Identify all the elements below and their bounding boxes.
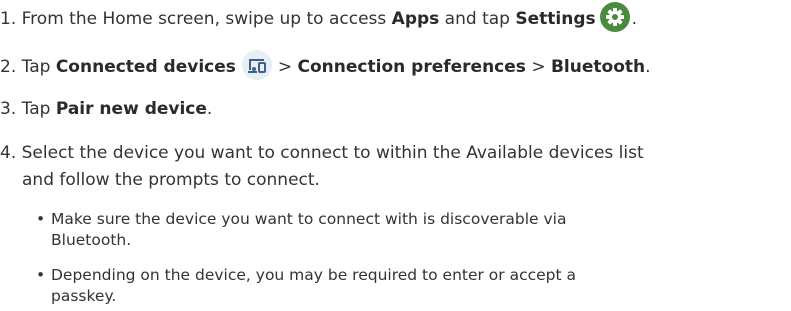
step-2-period: . [645, 57, 651, 77]
bullet-1-marker: • [36, 210, 46, 228]
step-4: 4. Select the device you want to connect… [0, 142, 644, 164]
step-2-text: Tap [21, 57, 56, 77]
step-1: 1. From the Home screen, swipe up to acc… [0, 2, 638, 34]
bullet-2-line-2: passkey. [51, 287, 117, 305]
bullet-1-line-2: Bluetooth. [51, 231, 132, 249]
step-3-number: 3. [0, 99, 17, 119]
step-1-number: 1. [0, 9, 17, 29]
step-1-apps: Apps [391, 9, 440, 29]
bullet-2-line-1: Depending on the device, you may be requ… [51, 266, 577, 284]
step-1-period: . [631, 9, 638, 29]
step-2-connected-devices: Connected devices [55, 57, 236, 77]
step-2: 2. Tap Connected devices > Connection pr… [0, 50, 651, 82]
step-2-sep-2: > [531, 57, 546, 77]
bullet-1: • Make sure the device you want to connec… [36, 208, 566, 230]
step-1-settings: Settings [515, 9, 596, 29]
step-1-mid: and tap [439, 9, 516, 29]
step-4-continuation: and follow the prompts to connect. [22, 169, 320, 191]
step-4-line-2: and follow the prompts to connect. [22, 170, 320, 190]
settings-gear-icon [599, 2, 630, 32]
instructions-document: 1. From the Home screen, swipe up to acc… [0, 0, 791, 311]
step-3-text: Tap [21, 99, 56, 119]
bullet-2-continuation: passkey. [51, 285, 116, 307]
step-4-line-1: Select the device you want to connect to… [21, 143, 644, 163]
step-2-bluetooth: Bluetooth [550, 57, 646, 77]
step-3-pair-new-device: Pair new device [55, 99, 207, 119]
bullet-2-marker: • [36, 266, 46, 284]
step-3: 3. Tap Pair new device. [0, 98, 212, 120]
connected-devices-icon [241, 50, 272, 80]
step-2-sep-1: > [277, 57, 293, 77]
step-2-connection-preferences: Connection preferences [297, 57, 526, 77]
step-1-text: From the Home screen, swipe up to access [21, 9, 392, 29]
step-3-period: . [206, 99, 213, 119]
step-4-number: 4. [0, 143, 17, 163]
bullet-2: • Depending on the device, you may be req… [36, 264, 576, 286]
step-2-number: 2. [0, 57, 17, 77]
bullet-1-line-1: Make sure the device you want to connect… [51, 210, 567, 228]
bullet-1-continuation: Bluetooth. [51, 229, 131, 251]
